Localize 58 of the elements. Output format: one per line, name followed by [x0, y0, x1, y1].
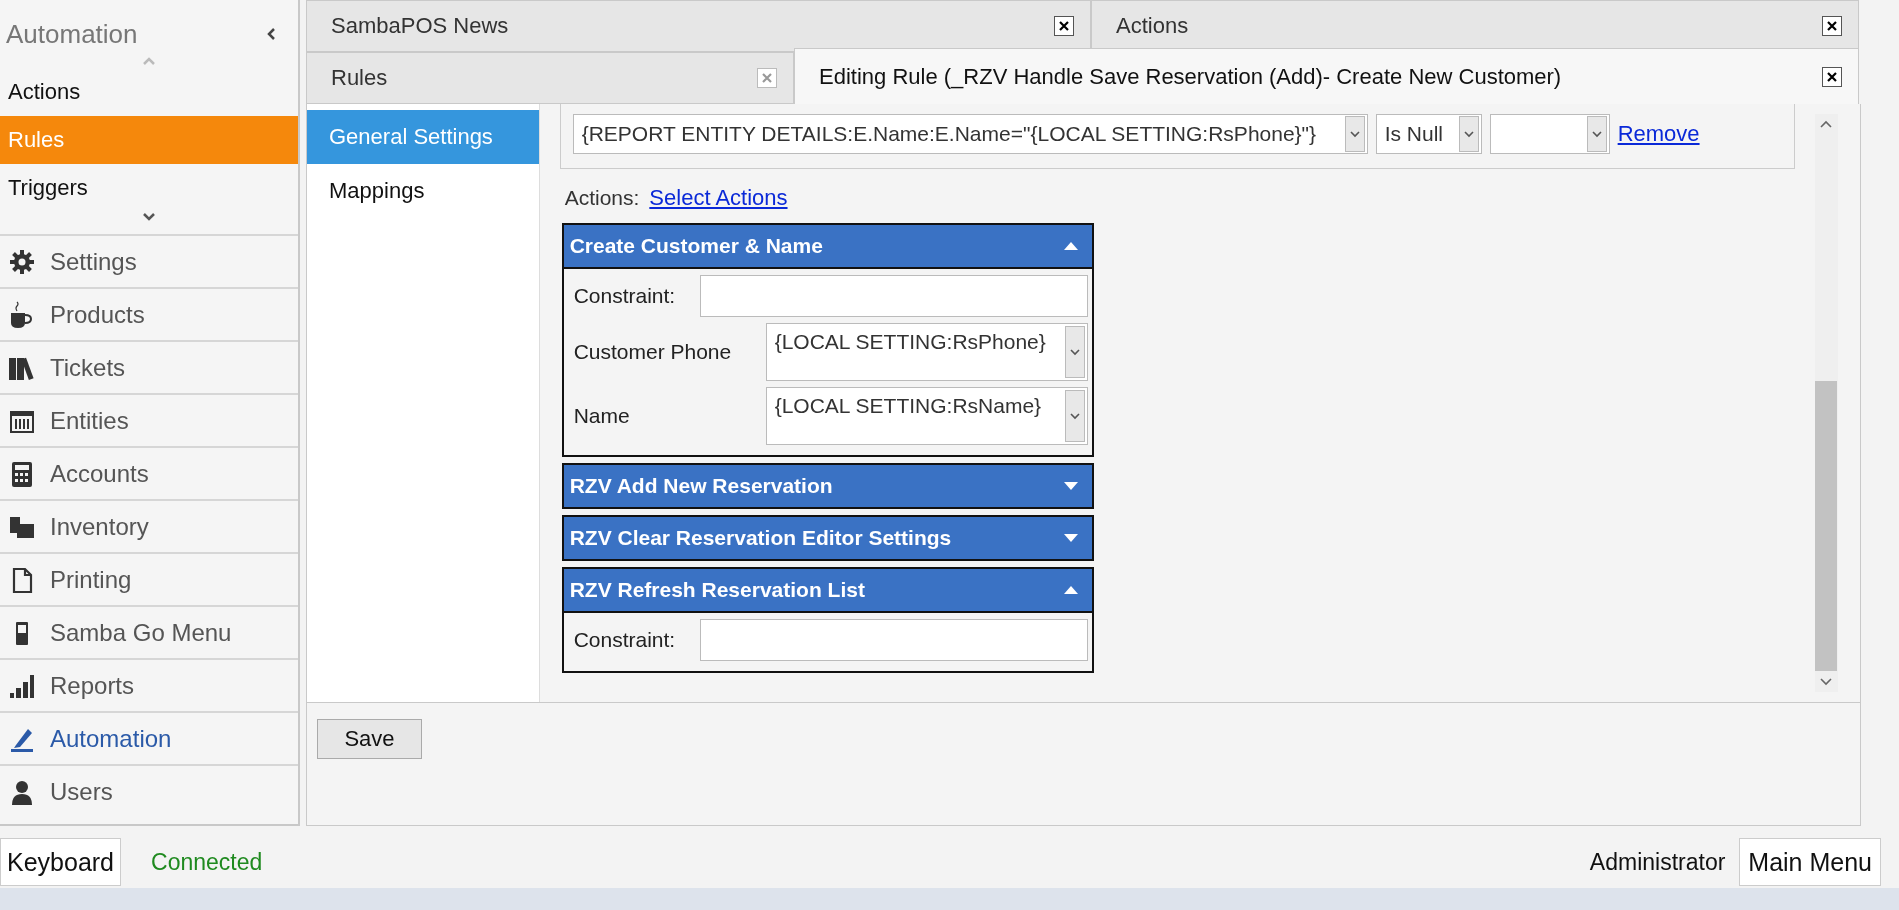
expand-triangle-icon — [1063, 242, 1078, 250]
value-dropdown[interactable]: {LOCAL SETTING:RsPhone} — [765, 323, 1088, 381]
user-name: Administrator — [1589, 848, 1726, 876]
action-header[interactable]: RZV Add New Reservation — [563, 465, 1092, 507]
field-label: Customer Phone — [573, 340, 732, 364]
gear-icon — [8, 247, 36, 276]
connection-status: Connected — [151, 848, 263, 876]
dropdown-caret-icon — [1069, 412, 1080, 420]
field-label: Constraint: — [573, 628, 676, 652]
close-icon[interactable] — [1822, 66, 1842, 87]
scrollbar[interactable] — [1814, 114, 1838, 692]
tab[interactable]: Editing Rule (_RZV Handle Save Reservation (Add)- Create New Customer) — [794, 48, 1859, 104]
tab[interactable]: Rules — [306, 52, 794, 104]
nav-item[interactable]: Automation — [0, 711, 298, 764]
action-header[interactable]: RZV Refresh Reservation List — [563, 569, 1092, 611]
expand-triangle-icon — [1063, 482, 1078, 490]
action-header[interactable]: RZV Clear Reservation Editor Settings — [563, 517, 1092, 559]
sidebar-title: Automation — [6, 18, 138, 50]
nav-item[interactable]: Samba Go Menu — [0, 605, 298, 658]
keyboard-button[interactable]: Keyboard — [0, 838, 122, 886]
expand-triangle-icon — [1063, 586, 1078, 594]
close-icon[interactable] — [1822, 16, 1842, 36]
settings-tab[interactable]: Mappings — [307, 164, 539, 218]
value-dropdown[interactable]: {LOCAL SETTING:RsName} — [765, 387, 1088, 445]
nav-item[interactable]: Reports — [0, 658, 298, 711]
close-icon[interactable] — [1054, 16, 1074, 36]
nav-item[interactable]: Entities — [0, 393, 298, 446]
main-menu-button[interactable]: Main Menu — [1739, 838, 1881, 886]
nav-item[interactable]: Settings — [0, 234, 298, 287]
constraint-field[interactable] — [699, 619, 1088, 661]
nav-item[interactable]: Printing — [0, 552, 298, 605]
actions-label: Actions: — [564, 186, 640, 210]
scroll-down-icon[interactable] — [142, 212, 156, 221]
nav-item[interactable]: Tickets — [0, 340, 298, 393]
field-label: Name — [573, 404, 630, 428]
remove-link[interactable]: Remove — [1617, 121, 1700, 147]
save-button[interactable]: Save — [317, 719, 422, 759]
scroll-down-icon[interactable] — [1819, 677, 1834, 686]
nav-item[interactable]: Products — [0, 287, 298, 340]
expand-triangle-icon — [1063, 534, 1078, 542]
select-actions-link[interactable]: Select Actions — [649, 185, 788, 211]
field-label: Constraint: — [573, 284, 676, 308]
nav-item[interactable]: Inventory — [0, 499, 298, 552]
dropdown-caret-icon — [1069, 348, 1080, 356]
tab[interactable]: SambaPOS News — [306, 0, 1091, 52]
expression-dropdown[interactable]: {REPORT ENTITY DETAILS:E.Name:E.Name="{LOCAL SETTING:RsPhone}"} — [572, 114, 1368, 154]
dropdown-caret-icon — [1463, 130, 1474, 138]
nav-item[interactable]: Users — [0, 764, 298, 817]
nav-item[interactable]: Accounts — [0, 446, 298, 499]
constraint-field[interactable] — [699, 275, 1088, 317]
collapse-icon[interactable] — [266, 27, 276, 41]
operator-dropdown[interactable]: Is Null — [1375, 114, 1482, 154]
scroll-up-icon[interactable] — [1819, 120, 1834, 129]
dropdown-caret-icon — [1349, 130, 1360, 138]
submenu-item[interactable]: Actions — [0, 68, 298, 116]
dropdown-caret-icon — [1591, 130, 1602, 138]
submenu-item[interactable]: Triggers — [0, 164, 298, 212]
action-header[interactable]: Create Customer & Name — [563, 225, 1092, 267]
